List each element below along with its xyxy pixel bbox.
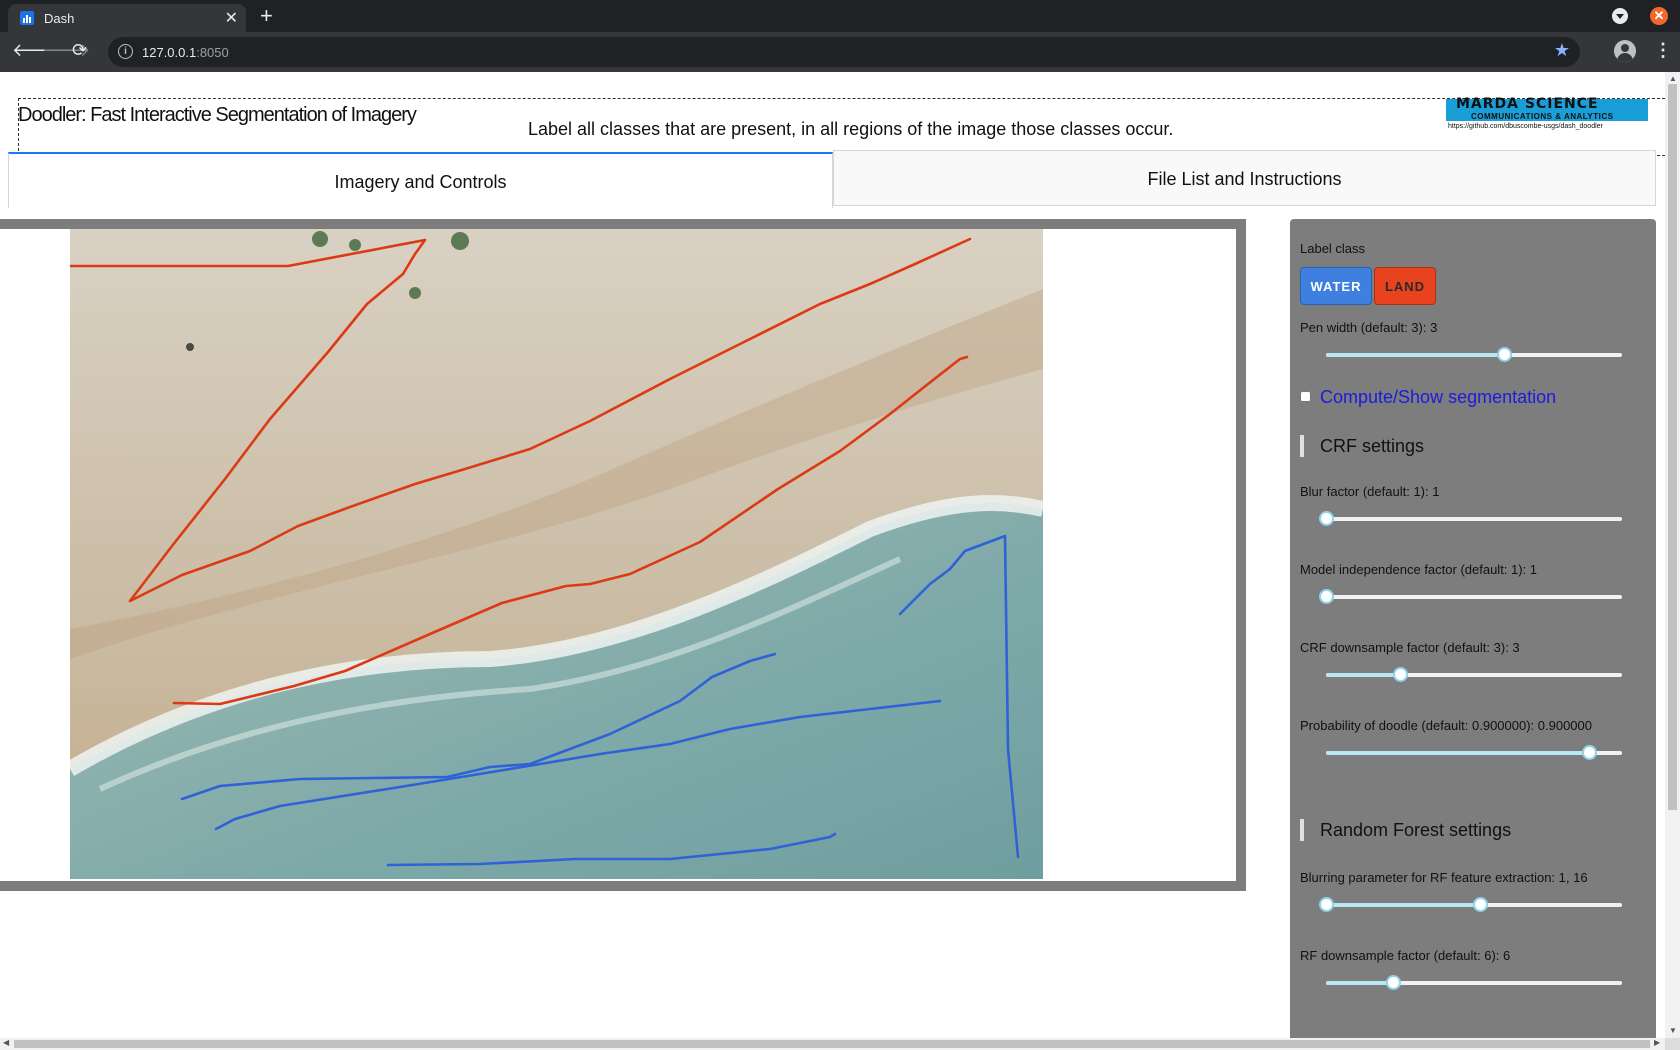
slider-handle[interactable] (1393, 667, 1408, 682)
model-independence-label: Model independence factor (default: 1): … (1300, 562, 1538, 577)
horizontal-scroll-thumb[interactable] (14, 1040, 1650, 1048)
image-canvas-panel (0, 219, 1246, 891)
browser-tab[interactable]: Dash ✕ (8, 4, 246, 32)
probability-of-doodle-label: Probability of doodle (default: 0.900000… (1300, 718, 1592, 733)
dash-app-page: Doodler: Fast Interactive Segmentation o… (0, 72, 1665, 1038)
reload-icon[interactable]: ⟳ (72, 40, 87, 61)
tab-file-list-and-instructions[interactable]: File List and Instructions (833, 150, 1656, 206)
url-text: 127.0.0.1:8050 (142, 45, 229, 60)
new-tab-plus-icon[interactable]: + (260, 3, 273, 29)
scrollbar-corner (1665, 1038, 1680, 1050)
pen-width-slider[interactable] (1326, 347, 1622, 362)
crf-downsample-slider[interactable] (1326, 667, 1622, 682)
slider-fill (1326, 751, 1590, 755)
scroll-up-arrow-icon[interactable]: ▲ (1669, 74, 1677, 83)
browser-tab-title: Dash (44, 11, 75, 26)
slider-handle[interactable] (1496, 347, 1512, 362)
pen-width-label: Pen width (default: 3): 3 (1300, 320, 1438, 335)
bookmark-star-icon[interactable]: ★ (1554, 40, 1570, 61)
segmentation-checkbox[interactable] (1300, 391, 1311, 402)
tab-search-chevron-icon[interactable] (1612, 8, 1628, 24)
logo-line-3: https://github.com/dbuscombe-usgs/dash_d… (1448, 123, 1603, 130)
vertical-scroll-thumb[interactable] (1668, 84, 1677, 810)
slider-fill (1326, 981, 1393, 985)
slider-handle[interactable] (1319, 511, 1334, 526)
slider-fill (1326, 903, 1480, 907)
rf-blur-label: Blurring parameter for RF feature extrac… (1300, 870, 1588, 885)
browser-tab-bar: Dash ✕ + ✕ (0, 0, 1680, 32)
kebab-menu-icon[interactable]: ⋮ (1654, 40, 1672, 61)
vertical-scrollbar[interactable]: ▲ ▼ (1665, 72, 1680, 1038)
profile-avatar-icon[interactable] (1614, 40, 1636, 62)
rf-downsample-slider[interactable] (1326, 975, 1622, 990)
rf-blur-range-slider[interactable] (1319, 897, 1622, 912)
close-tab-icon[interactable]: ✕ (225, 8, 238, 28)
probability-of-doodle-slider[interactable] (1326, 745, 1622, 760)
range-handle-high[interactable] (1472, 897, 1488, 912)
slider-handle[interactable] (1385, 975, 1401, 990)
blur-factor-slider[interactable] (1319, 511, 1622, 526)
horizontal-scrollbar[interactable]: ◀ ▶ (0, 1038, 1665, 1050)
scroll-down-arrow-icon[interactable]: ▼ (1669, 1026, 1677, 1035)
crf-settings-heading: CRF settings (1300, 435, 1424, 457)
random-forest-settings-heading: Random Forest settings (1300, 819, 1511, 841)
browser-toolbar: 🡐 🡒 ⟳ i 127.0.0.1:8050 ★ ⋮ (0, 32, 1680, 72)
url-port: :8050 (196, 45, 229, 60)
logo-line-1: MARDA SCIENCE (1456, 96, 1599, 112)
window-close-icon[interactable]: ✕ (1650, 7, 1668, 25)
scroll-right-arrow-icon[interactable]: ▶ (1654, 1038, 1660, 1047)
tab-imagery-and-controls[interactable]: Imagery and Controls (8, 152, 833, 208)
url-host: 127.0.0.1 (142, 45, 197, 60)
slider-handle[interactable] (1319, 589, 1334, 604)
app-title: Doodler: Fast Interactive Segmentation o… (18, 104, 417, 126)
beach-aerial-image[interactable] (70, 229, 1043, 879)
crf-downsample-label: CRF downsample factor (default: 3): 3 (1300, 640, 1520, 655)
slider-handle[interactable] (1582, 745, 1598, 760)
blur-factor-label: Blur factor (default: 1): 1 (1300, 484, 1440, 499)
controls-panel: Label class WATER LAND Pen width (defaul… (1290, 219, 1656, 1038)
scroll-left-arrow-icon[interactable]: ◀ (3, 1038, 9, 1047)
bar-chart-favicon-icon (20, 11, 34, 25)
segmentation-checkbox-label[interactable]: Compute/Show segmentation (1320, 387, 1556, 408)
water-class-button[interactable]: WATER (1300, 267, 1372, 305)
label-class-heading: Label class (1300, 241, 1366, 256)
land-class-button[interactable]: LAND (1374, 267, 1436, 305)
slider-fill (1326, 353, 1504, 357)
annotation-canvas[interactable] (0, 229, 1236, 881)
site-info-icon[interactable]: i (118, 44, 133, 59)
range-handle-low[interactable] (1319, 897, 1334, 912)
address-bar[interactable]: i 127.0.0.1:8050 ★ (108, 37, 1580, 67)
rf-downsample-label: RF downsample factor (default: 6): 6 (1300, 948, 1511, 963)
model-independence-slider[interactable] (1319, 589, 1622, 604)
app-subtitle: Label all classes that are present, in a… (528, 119, 1174, 139)
logo-line-2: COMMUNICATIONS & ANALYTICS (1471, 112, 1614, 121)
slider-fill (1326, 673, 1400, 677)
marda-science-logo: MARDA SCIENCE COMMUNICATIONS & ANALYTICS… (1446, 96, 1648, 133)
